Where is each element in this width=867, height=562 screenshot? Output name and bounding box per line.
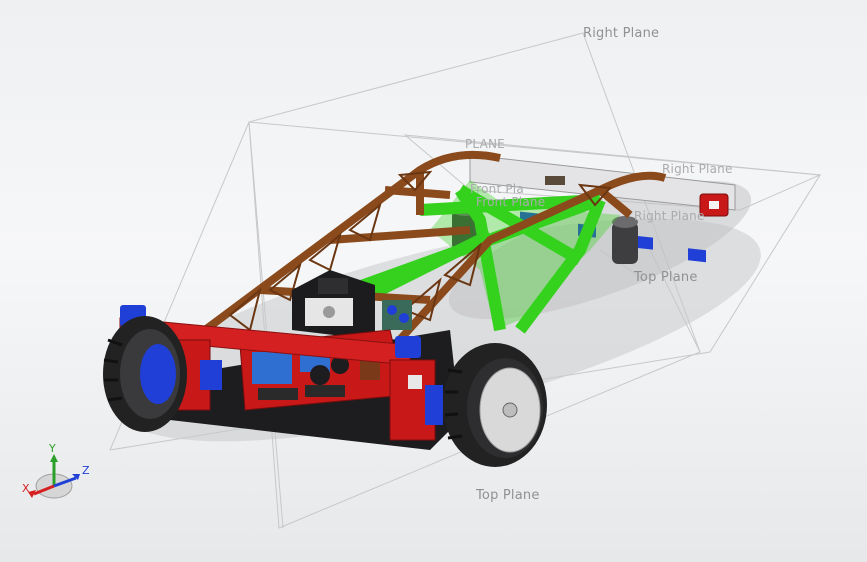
capacitor-cluster — [382, 300, 412, 330]
front-plane-ghost-label-1: Front Pla — [470, 182, 524, 196]
right-bar-connector[interactable] — [395, 336, 421, 358]
triad-icon[interactable]: Y X Z — [18, 442, 98, 506]
triad-x-label: X — [22, 482, 30, 495]
model-canvas[interactable] — [0, 0, 867, 562]
triad-y-label: Y — [49, 442, 56, 455]
right-plane-ghost-label-2: Right Plane — [634, 209, 705, 223]
right-plane-label[interactable]: Right Plane — [583, 26, 659, 41]
left-wheel[interactable] — [103, 316, 187, 432]
top-plane-label[interactable]: Top Plane — [476, 488, 540, 503]
triad-z-label: Z — [82, 464, 90, 477]
graphics-viewport[interactable]: Right Plane PLANE Front Pla Front Plane … — [0, 0, 867, 562]
top-plane-rear-label[interactable]: Top Plane — [634, 270, 698, 285]
right-wheel[interactable] — [443, 343, 547, 467]
plane-ghost-label: PLANE — [465, 137, 505, 151]
right-plane-ghost-label-1: Right Plane — [662, 162, 733, 176]
front-plane-ghost-label-2: Front Plane — [476, 195, 546, 209]
